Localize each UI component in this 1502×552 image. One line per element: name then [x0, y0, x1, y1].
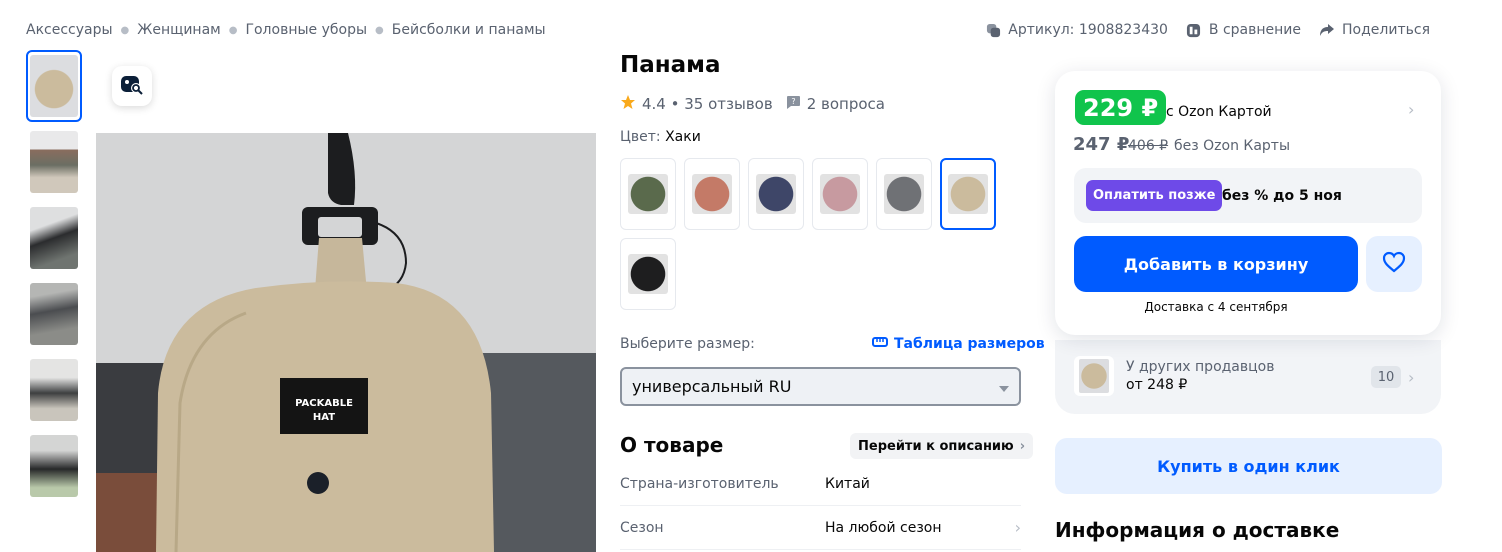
breadcrumb-headwear[interactable]: Головные уборы: [245, 22, 367, 38]
color-label: Цвет: Хаки: [620, 129, 701, 145]
property-key: Сезон: [620, 519, 664, 536]
color-label-prefix: Цвет:: [620, 129, 666, 145]
chevron-down-icon: [999, 377, 1009, 396]
breadcrumb-separator: ●: [120, 24, 130, 36]
breadcrumb-women[interactable]: Женщинам: [137, 22, 220, 38]
product-title: Панама: [620, 52, 721, 78]
other-seller-image: [1074, 356, 1114, 396]
color-swatch-navy[interactable]: [748, 158, 804, 230]
article-copy[interactable]: Артикул: 1908823430: [985, 22, 1168, 38]
other-sellers-price: от 248 ₽: [1126, 377, 1188, 393]
breadcrumb-accessories[interactable]: Аксессуары: [26, 22, 113, 38]
color-swatch-olive[interactable]: [620, 158, 676, 230]
old-price: 406 ₽: [1128, 138, 1169, 154]
price-without-card: 247 ₽: [1073, 134, 1130, 155]
questions-count[interactable]: 2 вопроса: [807, 95, 885, 113]
add-to-cart-button[interactable]: Добавить в корзину: [1074, 236, 1358, 292]
breadcrumb-separator: ●: [375, 24, 384, 36]
heart-icon: [1382, 251, 1406, 277]
compare-button[interactable]: В сравнение: [1186, 22, 1301, 38]
compare-icon: [1186, 22, 1202, 38]
property-value: Китай: [825, 475, 870, 492]
pay-later-terms: без % до 5 ноя: [1222, 188, 1342, 204]
favorite-button[interactable]: [1366, 236, 1422, 292]
share-button[interactable]: Поделиться: [1319, 22, 1430, 38]
size-table-link[interactable]: Таблица размеров: [872, 336, 1045, 352]
share-icon: [1319, 22, 1335, 38]
chevron-right-icon[interactable]: ›: [1408, 100, 1414, 119]
swatch-image: [756, 174, 796, 214]
swatch-image: [628, 254, 668, 294]
color-value: Хаки: [665, 129, 701, 145]
rating-reviews[interactable]: 4.4 • 35 отзывов: [642, 95, 773, 113]
product-main-image[interactable]: PACKABLE HAT: [96, 133, 596, 552]
swatch-image: [628, 174, 668, 214]
image-search-button[interactable]: [112, 66, 152, 106]
breadcrumb-separator: ●: [228, 24, 238, 36]
property-value: На любой сезон: [825, 519, 942, 536]
chevron-right-icon: ›: [1019, 438, 1026, 454]
image-search-icon: [120, 73, 144, 99]
gallery-thumb[interactable]: [26, 354, 82, 426]
swatch-image: [884, 174, 924, 214]
color-swatch-terracotta[interactable]: [684, 158, 740, 230]
size-label: Выберите размер:: [620, 336, 755, 352]
go-to-description-label: Перейти к описанию: [858, 438, 1014, 454]
gallery-thumb[interactable]: [26, 126, 82, 198]
questions-icon: ?: [785, 95, 801, 114]
compare-label: В сравнение: [1208, 22, 1302, 38]
top-actions: Артикул: 1908823430 В сравнение Поделить…: [985, 20, 1430, 40]
hat-label-text-2: HAT: [313, 412, 335, 423]
property-key: Страна-изготовитель: [620, 475, 779, 492]
chevron-right-icon: ›: [1408, 368, 1415, 387]
gallery-thumb[interactable]: [26, 278, 82, 350]
without-card-label: без Ozon Карты: [1174, 138, 1291, 154]
gallery-thumb[interactable]: [26, 50, 82, 122]
color-swatch-black[interactable]: [620, 238, 676, 310]
property-row[interactable]: Сезон На любой сезон ›: [620, 506, 1021, 550]
share-label: Поделиться: [1342, 22, 1430, 38]
pay-later-button[interactable]: Оплатить позже: [1086, 180, 1223, 211]
about-title: О товаре: [620, 433, 724, 457]
swatch-image: [948, 174, 988, 214]
delivery-date: Доставка с 4 сентября: [1144, 300, 1288, 314]
delivery-info-title: Информация о доставке: [1055, 518, 1340, 542]
buy-one-click-button[interactable]: Купить в один клик: [1055, 438, 1442, 494]
go-to-description-button[interactable]: Перейти к описанию ›: [850, 433, 1034, 459]
color-swatch-gray[interactable]: [876, 158, 932, 230]
color-swatch-khaki[interactable]: [940, 158, 996, 230]
star-icon: [620, 94, 636, 114]
with-card-label: с Ozon Картой: [1166, 104, 1272, 120]
swatch-image: [820, 174, 860, 214]
breadcrumb-caps-panamas[interactable]: Бейсболки и панамы: [392, 22, 546, 38]
other-sellers-label: У других продавцов: [1126, 359, 1275, 375]
size-select-value: универсальный RU: [632, 377, 792, 396]
ozon-card-price: 229 ₽: [1075, 90, 1167, 125]
size-select[interactable]: универсальный RU: [620, 367, 1021, 406]
chevron-right-icon: ›: [1014, 518, 1021, 537]
gallery-thumb[interactable]: [26, 202, 82, 274]
swatch-image: [692, 174, 732, 214]
svg-text:?: ?: [791, 97, 795, 106]
property-row: Страна-изготовитель Китай: [620, 462, 1021, 506]
copy-icon: [985, 22, 1001, 38]
ruler-icon: [872, 336, 888, 352]
article-number: Артикул: 1908823430: [1008, 22, 1168, 38]
gallery-thumb[interactable]: [26, 430, 82, 502]
breadcrumb: Аксессуары ● Женщинам ● Головные уборы ●…: [26, 20, 546, 40]
other-sellers-count: 10: [1371, 366, 1401, 388]
color-swatch-pink[interactable]: [812, 158, 868, 230]
size-table-label: Таблица размеров: [894, 336, 1045, 352]
hat-label-text-1: PACKABLE: [295, 398, 353, 409]
rating-row: 4.4 • 35 отзывов ? 2 вопроса: [620, 94, 885, 114]
